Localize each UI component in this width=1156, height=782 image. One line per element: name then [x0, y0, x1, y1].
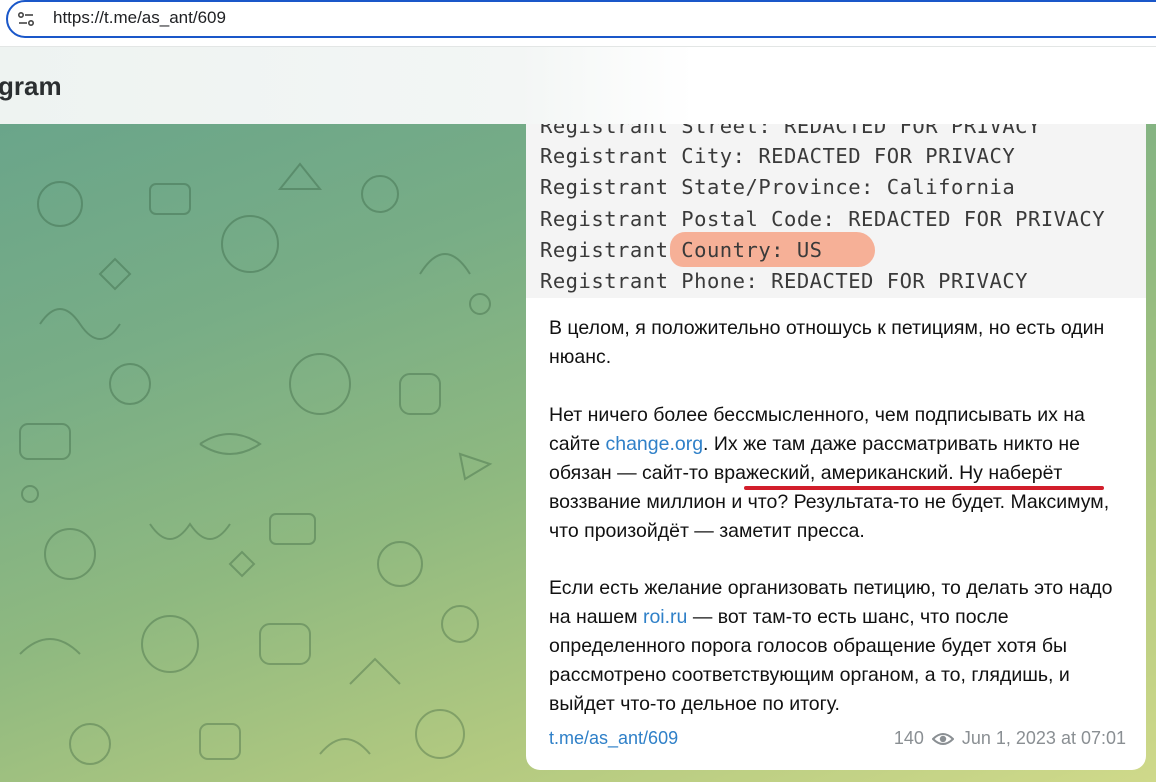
telegram-header: gram: [0, 46, 1156, 125]
roi-ru-link[interactable]: roi.ru: [643, 606, 687, 628]
change-org-link[interactable]: change.org: [605, 433, 703, 455]
view-count: 140: [893, 728, 924, 748]
app-title[interactable]: gram: [0, 71, 62, 102]
red-underline-annotation: [744, 486, 1104, 490]
message-paragraph-1: В целом, я положительно отношусь к петиц…: [549, 314, 1129, 372]
post-meta: 140 Jun 1, 2023 at 07:01: [894, 728, 1126, 749]
post-date: Jun 1, 2023 at 07:01: [961, 728, 1126, 748]
page: https://t.me/as_ant/609 gram Registrant …: [0, 0, 1156, 782]
post-link[interactable]: t.me/as_ant/609: [549, 728, 678, 749]
whois-line: Registrant City: REDACTED FOR PRIVACY: [540, 144, 1016, 168]
paragraph-text: В целом, я положительно отношусь к петиц…: [549, 317, 1105, 368]
doodle-pattern: [19, 162, 493, 765]
eye-icon: [931, 732, 954, 745]
whois-line: Registrant State/Province: California: [540, 175, 1016, 199]
paragraph-text: Нет ничего более бессмысленного, чем под…: [549, 401, 1129, 546]
message-paragraph-3: Если есть желание организовать петицию, …: [549, 574, 1129, 719]
message-paragraph-2: Нет ничего более бессмысленного, чем под…: [549, 401, 1129, 546]
browser-toolbar: https://t.me/as_ant/609: [0, 0, 1156, 44]
message-bubble: Registrant Street: REDACTED FOR PRIVACY …: [526, 124, 1146, 770]
whois-line: Registrant Street: REDACTED FOR PRIVACY: [540, 124, 1041, 138]
whois-line: Registrant Postal Code: REDACTED FOR PRI…: [540, 207, 1106, 231]
url-text[interactable]: https://t.me/as_ant/609: [53, 8, 226, 28]
whois-line: Registrant Country: US: [540, 238, 823, 262]
whois-line: Registrant Phone: REDACTED FOR PRIVACY: [540, 269, 1028, 293]
whois-screenshot: Registrant Street: REDACTED FOR PRIVACY …: [526, 124, 1146, 298]
paragraph-text: Если есть желание организовать петицию, …: [549, 574, 1129, 719]
site-info-icon[interactable]: [17, 10, 35, 28]
